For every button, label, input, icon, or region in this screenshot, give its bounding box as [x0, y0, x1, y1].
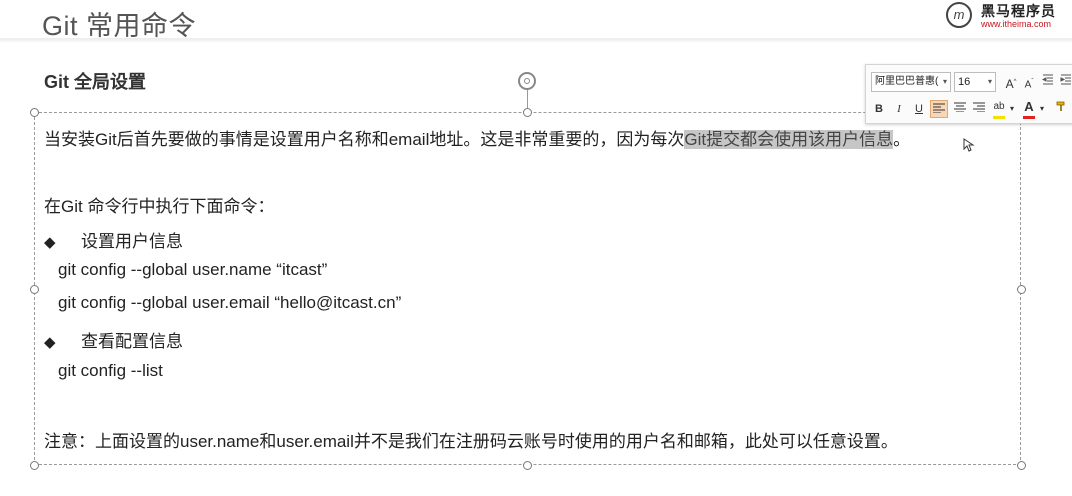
- note-text: 注意：上面设置的user.name和user.email并不是我们在注册码云账号…: [44, 432, 898, 451]
- title-divider: [0, 38, 1072, 42]
- selected-text-box[interactable]: [34, 112, 1021, 465]
- highlight-dropdown[interactable]: ▾: [1008, 100, 1016, 118]
- font-color-dropdown[interactable]: ▾: [1038, 100, 1046, 118]
- align-left-icon: [933, 103, 945, 114]
- bullet-item-set-user: ◆ 设置用户信息: [44, 227, 183, 252]
- diamond-bullet-icon: ◆: [44, 234, 56, 251]
- resize-handle-bottom-right[interactable]: [1017, 461, 1026, 470]
- highlighter-icon: ab: [993, 101, 1005, 112]
- format-painter-button[interactable]: [1052, 100, 1070, 118]
- bullet-label: 查看配置信息: [81, 332, 183, 351]
- resize-handle-bottom-center[interactable]: [523, 461, 532, 470]
- align-center-icon: [954, 102, 966, 113]
- logo-url: www.itheima.com: [981, 19, 1052, 29]
- decrease-indent-icon: [1041, 74, 1053, 85]
- shrink-font-button[interactable]: Aˇ: [1020, 73, 1038, 91]
- font-name-select[interactable]: 阿里巴巴普惠( ▾: [871, 72, 951, 92]
- logo-name: 黑马程序员: [981, 3, 1056, 19]
- rotate-stem: [527, 90, 528, 108]
- font-color-icon: A: [1024, 99, 1034, 114]
- instruction-text: 在Git 命令行中执行下面命令：: [44, 197, 275, 216]
- format-painter-icon: [1056, 101, 1065, 111]
- align-right-icon: [973, 102, 985, 113]
- chevron-down-icon: ▾: [942, 77, 947, 86]
- grow-font-button[interactable]: A^: [1002, 73, 1020, 91]
- selected-text[interactable]: Git提交都会使用该用户信息: [684, 130, 894, 149]
- command-line: git config --global user.email “hello@it…: [58, 293, 402, 312]
- bold-button[interactable]: B: [870, 100, 888, 118]
- mini-format-toolbar: 阿里巴巴普惠( ▾ 16 ▾ A^ Aˇ B I U ab ▾ A ▾: [865, 64, 1072, 124]
- decrease-indent-button[interactable]: [1039, 73, 1057, 91]
- diamond-bullet-icon: ◆: [44, 334, 56, 351]
- command-line: git config --global user.name “itcast”: [58, 260, 328, 279]
- grow-font-icon: A: [1005, 77, 1014, 91]
- section-heading[interactable]: Git 全局设置: [44, 68, 146, 94]
- intro-end: 。: [893, 130, 911, 149]
- resize-handle-middle-left[interactable]: [30, 285, 39, 294]
- resize-handle-middle-right[interactable]: [1017, 285, 1026, 294]
- resize-handle-bottom-left[interactable]: [30, 461, 39, 470]
- font-size-value: 16: [958, 76, 971, 88]
- align-right-button[interactable]: [970, 100, 988, 118]
- align-center-button[interactable]: [951, 100, 969, 118]
- highlight-color-button[interactable]: ab: [990, 98, 1008, 116]
- align-left-button[interactable]: [930, 100, 948, 118]
- brand-logo: m 黑马程序员 www.itheima.com: [943, 0, 1072, 34]
- mouse-cursor-icon: [963, 138, 975, 152]
- resize-handle-top-center[interactable]: [523, 108, 532, 117]
- highlight-color-swatch: [993, 116, 1005, 119]
- increase-indent-button[interactable]: [1057, 73, 1072, 91]
- resize-handle-top-left[interactable]: [30, 108, 39, 117]
- logo-icon: m: [946, 2, 972, 28]
- font-size-select[interactable]: 16 ▾: [954, 72, 996, 92]
- command-line: git config --list: [58, 361, 163, 380]
- intro-paragraph[interactable]: 当安装Git后首先要做的事情是设置用户名称和email地址。这是非常重要的，因为…: [44, 125, 910, 150]
- underline-button[interactable]: U: [910, 100, 928, 118]
- italic-button[interactable]: I: [890, 100, 908, 118]
- intro-text: 当安装Git后首先要做的事情是设置用户名称和email地址。这是非常重要的，因为…: [44, 130, 685, 149]
- font-color-button[interactable]: A: [1020, 98, 1038, 116]
- font-color-swatch: [1023, 116, 1035, 119]
- chevron-down-icon: ▾: [987, 77, 992, 86]
- bullet-item-view-config: ◆ 查看配置信息: [44, 327, 183, 352]
- increase-indent-icon: [1060, 74, 1071, 85]
- bullet-label: 设置用户信息: [81, 232, 183, 251]
- font-name-value: 阿里巴巴普惠(: [875, 76, 939, 87]
- rotate-handle-icon[interactable]: [518, 72, 536, 90]
